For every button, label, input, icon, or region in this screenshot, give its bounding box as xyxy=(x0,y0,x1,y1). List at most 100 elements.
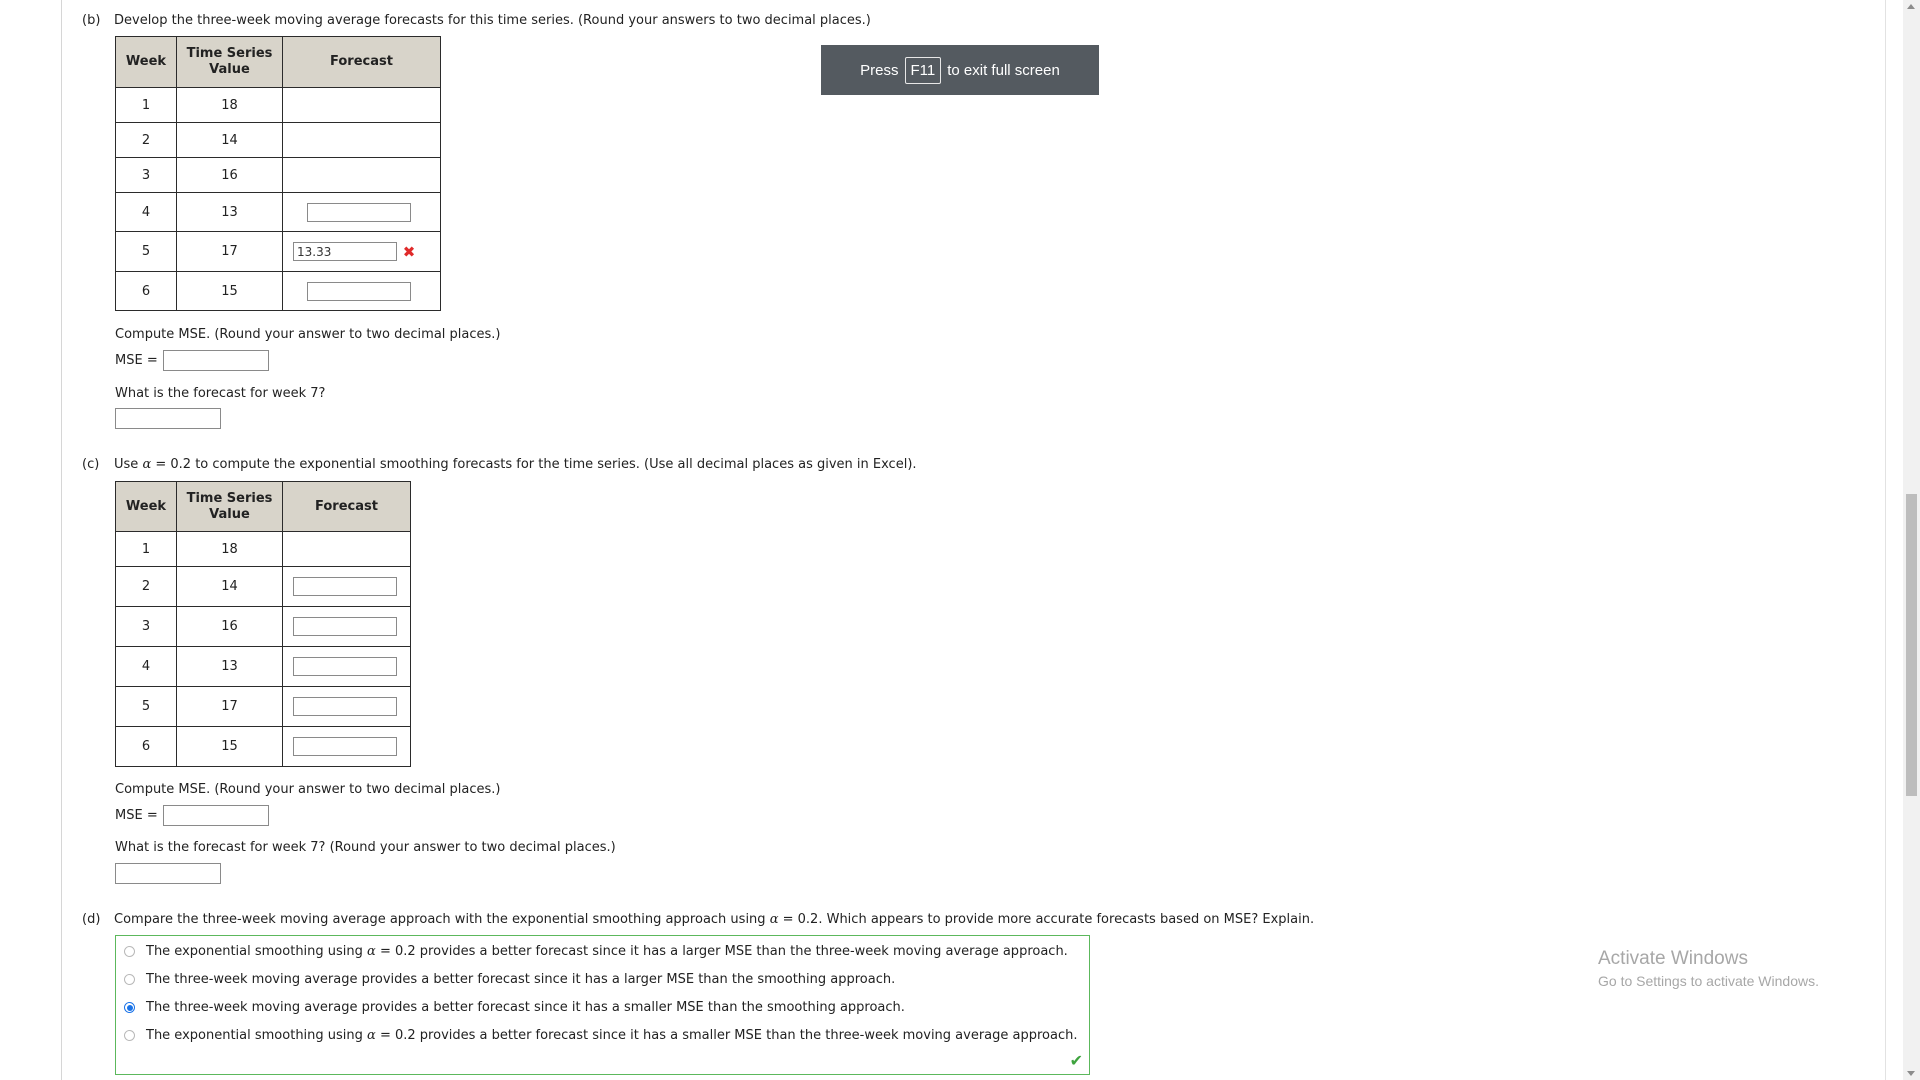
value-cell: 14 xyxy=(176,566,283,607)
part-d-label: (d) xyxy=(82,912,101,927)
es-forecast-week3-input[interactable] xyxy=(293,617,397,636)
part-c-mse-input[interactable] xyxy=(163,805,269,826)
table-row: 1 18 xyxy=(115,87,441,123)
part-b-week7-input[interactable] xyxy=(115,408,221,429)
scroll-down-arrow-icon[interactable] xyxy=(1907,1071,1915,1076)
part-b-mse-prompt: Compute MSE. (Round your answer to two d… xyxy=(115,327,501,342)
choice-option-2[interactable]: The three-week moving average provides a… xyxy=(124,972,895,987)
alpha-symbol: α xyxy=(367,1028,376,1043)
week-cell: 2 xyxy=(115,122,177,158)
part-c-question-pre: Use xyxy=(114,457,139,472)
header-week: Week xyxy=(115,481,177,532)
ma-forecast-week5-input[interactable] xyxy=(293,242,397,261)
forecast-cell-empty xyxy=(282,122,441,158)
choice-1-post: = 0.2 provides a better forecast since i… xyxy=(379,944,1068,959)
es-forecast-week6-input[interactable] xyxy=(293,737,397,756)
header-value-line1: Time Series xyxy=(186,490,273,506)
forecast-cell xyxy=(282,566,411,607)
header-time-series-value: Time Series Value xyxy=(176,481,283,532)
part-d-question: (d) Compare the three-week moving average… xyxy=(82,912,1314,927)
radio-button[interactable] xyxy=(124,946,135,957)
forecast-cell xyxy=(282,606,411,647)
forecast-cell xyxy=(282,686,411,727)
value-cell: 14 xyxy=(176,122,283,158)
header-time-series-value: Time Series Value xyxy=(176,36,283,88)
value-cell: 17 xyxy=(176,686,283,727)
part-b-mse-input[interactable] xyxy=(163,350,269,371)
part-b-label: (b) xyxy=(82,13,101,28)
forecast-cell xyxy=(282,726,411,767)
moving-average-table: Week Time Series Value Forecast 1 18 2 1… xyxy=(115,36,441,311)
toast-press-text: Press xyxy=(860,61,899,79)
value-cell: 18 xyxy=(176,87,283,123)
table-row: 4 13 xyxy=(115,646,411,687)
header-forecast: Forecast xyxy=(282,481,411,532)
scrollbar-thumb[interactable] xyxy=(1906,494,1917,796)
es-forecast-week4-input[interactable] xyxy=(293,657,397,676)
activate-windows-title: Activate Windows xyxy=(1598,948,1748,969)
week-cell: 1 xyxy=(115,531,177,567)
choice-1-pre: The exponential smoothing using xyxy=(146,944,363,959)
part-b-question: (b) Develop the three-week moving average… xyxy=(82,13,871,28)
es-forecast-week5-input[interactable] xyxy=(293,697,397,716)
forecast-cell xyxy=(282,271,441,311)
forecast-cell xyxy=(282,646,411,687)
week-cell: 4 xyxy=(115,646,177,687)
forecast-cell xyxy=(282,192,441,232)
choice-option-4[interactable]: The exponential smoothing using α = 0.2 … xyxy=(124,1028,1078,1043)
forecast-cell-empty xyxy=(282,157,441,193)
header-forecast: Forecast xyxy=(282,36,441,88)
part-c-week7-input[interactable] xyxy=(115,863,221,884)
vertical-scrollbar[interactable] xyxy=(1903,0,1920,1080)
week-cell: 1 xyxy=(115,87,177,123)
value-cell: 16 xyxy=(176,157,283,193)
table-row: 1 18 xyxy=(115,531,411,567)
fullscreen-toast: Press F11 to exit full screen xyxy=(821,45,1099,95)
value-cell: 15 xyxy=(176,726,283,767)
header-value-line2: Value xyxy=(209,506,250,522)
part-d-answer-choices: The exponential smoothing using α = 0.2 … xyxy=(115,935,1090,1075)
part-b-week7-prompt: What is the forecast for week 7? xyxy=(115,386,326,401)
week-cell: 3 xyxy=(115,157,177,193)
value-cell: 18 xyxy=(176,531,283,567)
part-c-week7-prompt: What is the forecast for week 7? (Round … xyxy=(115,840,616,855)
table-row: 3 16 xyxy=(115,157,441,193)
week-cell: 6 xyxy=(115,271,177,311)
ma-forecast-week6-input[interactable] xyxy=(307,281,411,301)
alpha-symbol: α xyxy=(769,912,779,927)
es-forecast-week2-input[interactable] xyxy=(293,577,397,596)
week-cell: 4 xyxy=(115,192,177,232)
choice-3-text: The three-week moving average provides a… xyxy=(146,1000,905,1015)
content-left-border xyxy=(61,0,62,1080)
choice-option-1[interactable]: The exponential smoothing using α = 0.2 … xyxy=(124,944,1068,959)
value-cell: 15 xyxy=(176,271,283,311)
radio-button[interactable] xyxy=(124,1030,135,1041)
radio-button[interactable] xyxy=(124,974,135,985)
choice-4-post: = 0.2 provides a better forecast since i… xyxy=(379,1028,1078,1043)
part-d-question-post: = 0.2. Which appears to provide more acc… xyxy=(782,912,1315,927)
part-c-question-post: = 0.2 to compute the exponential smoothi… xyxy=(155,457,917,472)
table-row: 5 17 ✖ xyxy=(115,231,441,272)
value-cell: 17 xyxy=(176,231,283,272)
radio-button-selected[interactable] xyxy=(124,1002,135,1013)
alpha-symbol: α xyxy=(367,944,376,959)
table-row: 6 15 xyxy=(115,271,441,311)
table-row: 2 14 xyxy=(115,566,411,607)
alpha-symbol: α xyxy=(142,457,152,472)
week-cell: 5 xyxy=(115,231,177,272)
week-cell: 6 xyxy=(115,726,177,767)
table-row: 5 17 xyxy=(115,686,411,727)
choice-2-text: The three-week moving average provides a… xyxy=(146,972,896,987)
value-cell: 16 xyxy=(176,606,283,647)
choice-option-3[interactable]: The three-week moving average provides a… xyxy=(124,1000,905,1015)
table-row: 4 13 xyxy=(115,192,441,232)
part-c-question: (c) Use α = 0.2 to compute the exponentia… xyxy=(82,457,917,472)
header-week: Week xyxy=(115,36,177,88)
part-c-mse-prompt: Compute MSE. (Round your answer to two d… xyxy=(115,782,501,797)
header-value-line1: Time Series xyxy=(186,46,273,61)
forecast-cell: ✖ xyxy=(282,231,441,272)
part-c-label: (c) xyxy=(82,457,100,472)
ma-forecast-week4-input[interactable] xyxy=(307,202,411,222)
scroll-up-arrow-icon[interactable] xyxy=(1907,4,1915,9)
part-d-question-pre: Compare the three-week moving average ap… xyxy=(114,912,766,927)
